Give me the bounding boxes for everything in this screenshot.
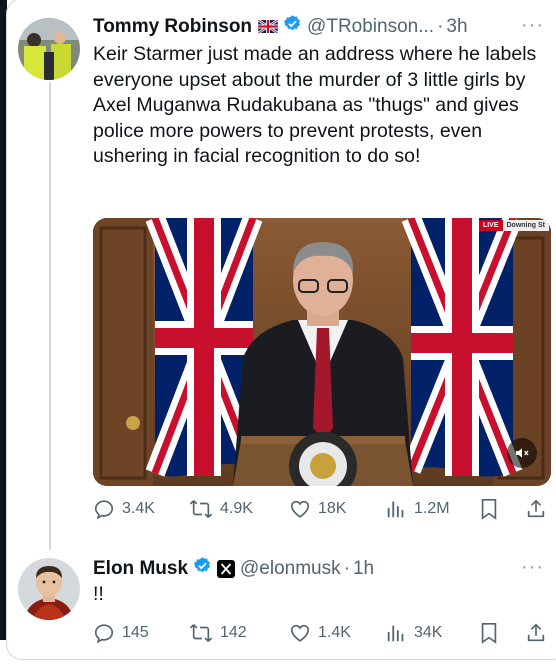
display-name[interactable]: Tommy Robinson (93, 16, 252, 38)
avatar[interactable] (18, 558, 80, 620)
share-button[interactable] (525, 622, 554, 644)
repost-icon (189, 624, 213, 642)
reply-icon (94, 500, 114, 520)
heart-icon (290, 624, 310, 642)
timestamp[interactable]: 1h (353, 558, 374, 580)
like-count: 1.4K (318, 624, 351, 641)
share-button[interactable] (525, 498, 554, 520)
tweet-text: !! (93, 583, 104, 605)
repost-button[interactable]: 4.9K (189, 498, 253, 520)
location-label: Downing St (502, 220, 549, 231)
reply-count: 145 (122, 624, 149, 641)
tweet-actions: 145 142 1.4K 34K (93, 622, 553, 648)
verified-badge-icon (283, 14, 302, 39)
display-name[interactable]: Elon Musk (93, 558, 188, 580)
views-button[interactable]: 1.2M (385, 498, 450, 520)
uk-flag-icon (258, 20, 279, 33)
view-count: 34K (414, 624, 443, 641)
repost-count: 142 (220, 624, 247, 641)
avatar[interactable] (18, 18, 80, 80)
handle[interactable]: @elonmusk (240, 558, 341, 580)
separator: · (343, 557, 350, 579)
views-button[interactable]: 34K (385, 622, 442, 644)
timestamp[interactable]: 3h (446, 16, 467, 38)
repost-count: 4.9K (220, 500, 253, 517)
tweet-elon-musk[interactable]: Elon Musk @elonmusk · 1h ··· !! 145 142 … (0, 540, 556, 666)
views-icon (387, 625, 404, 642)
x-logo-icon (217, 559, 236, 578)
live-badge: LIVE Downing St (478, 220, 549, 231)
like-button[interactable]: 18K (289, 498, 346, 520)
video-frame (93, 218, 551, 486)
bookmark-button[interactable] (479, 498, 506, 520)
reply-icon (94, 624, 114, 644)
more-options-icon[interactable]: ··· (521, 556, 544, 579)
tweet-header: Tommy Robinson @TRobinson... · 3h (93, 14, 468, 39)
like-count: 18K (318, 500, 347, 517)
separator: · (437, 15, 444, 37)
verified-badge-icon (193, 556, 212, 581)
tweet-actions: 3.4K 4.9K 18K 1.2M (93, 498, 553, 524)
repost-icon (189, 500, 213, 518)
reply-button[interactable]: 145 (93, 622, 149, 644)
tweet-header: Elon Musk @elonmusk · 1h (93, 556, 374, 581)
bookmark-button[interactable] (479, 622, 506, 644)
more-options-icon[interactable]: ··· (521, 14, 544, 37)
mute-icon[interactable] (507, 438, 537, 468)
share-icon (527, 499, 545, 518)
repost-button[interactable]: 142 (189, 622, 247, 644)
share-icon (527, 623, 545, 642)
reply-button[interactable]: 3.4K (93, 498, 155, 520)
tweet-text: Keir Starmer just made an address where … (93, 43, 537, 167)
handle[interactable]: @TRobinson... (307, 16, 434, 38)
bookmark-icon (481, 499, 497, 520)
view-count: 1.2M (414, 500, 450, 517)
tweet-tommy-robinson[interactable]: Tommy Robinson @TRobinson... · 3h ··· Ke… (0, 0, 556, 540)
video-player[interactable]: LIVE Downing St (93, 218, 551, 486)
reply-count: 3.4K (122, 500, 155, 517)
heart-icon (290, 500, 310, 518)
live-label: LIVE (478, 220, 503, 231)
like-button[interactable]: 1.4K (289, 622, 351, 644)
bookmark-icon (481, 623, 497, 644)
views-icon (387, 501, 404, 518)
